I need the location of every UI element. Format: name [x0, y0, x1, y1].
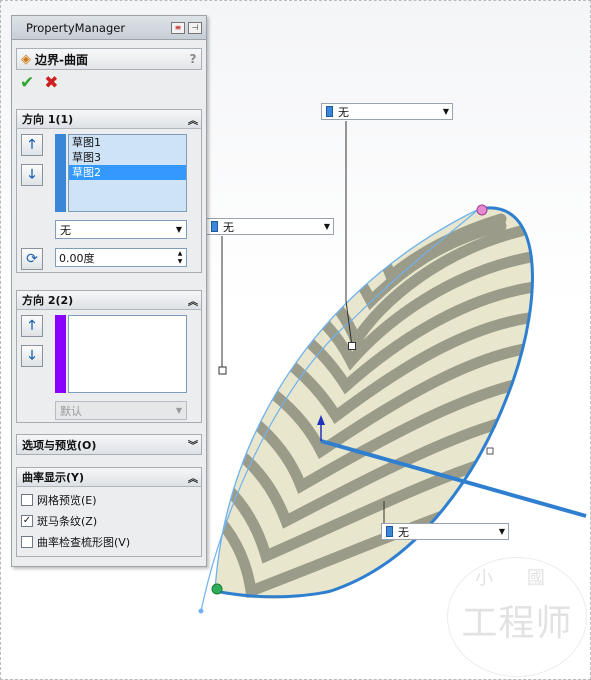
property-manager-title: PropertyManager	[26, 20, 126, 35]
guide-end-point	[198, 608, 204, 614]
move-up-button[interactable]: 🡑	[21, 315, 43, 337]
direction-2-color-strip	[55, 315, 66, 393]
move-down-button[interactable]: 🡓	[21, 345, 43, 367]
chevron-down-icon: ▼	[175, 406, 183, 415]
spin-up-icon[interactable]: ▲	[174, 250, 186, 258]
group-title: 曲率显示(Y)	[22, 471, 85, 484]
group-title: 方向 1(1)	[22, 113, 74, 126]
group-direction-1: 方向 1(1) ︽ 🡑 🡓 草图1 草图3 草图2 无 ▼ ⟳ 0.00度 ▲ …	[16, 109, 202, 273]
direction-1-color-strip	[55, 134, 66, 212]
list-item-selected[interactable]: 草图2	[69, 165, 186, 180]
watermark-logo: 小 國 工程师	[447, 557, 587, 677]
group-header-options-preview[interactable]: 选项与预览(O) ︾	[17, 435, 201, 454]
pin-icon[interactable]: ⊣	[188, 21, 202, 34]
move-up-button[interactable]: 🡑	[21, 134, 43, 156]
tangency-callout-top[interactable]: 无 ▼	[321, 103, 453, 120]
spin-down-icon[interactable]: ▼	[174, 258, 186, 266]
group-header-curvature-display[interactable]: 曲率显示(Y) ︽	[17, 468, 201, 487]
tangency-callout-left[interactable]: 无 ▼	[206, 218, 334, 235]
leader-handle-left[interactable]	[218, 366, 227, 375]
checkbox-box-checked[interactable]: ✓	[21, 514, 33, 527]
start-point-marker[interactable]	[476, 204, 488, 216]
checkbox-box[interactable]	[21, 493, 33, 506]
checkbox-label: 网格预览(E)	[37, 493, 97, 507]
angle-value: 0.00度	[59, 251, 95, 265]
move-down-button[interactable]: 🡓	[21, 164, 43, 186]
leader-handle-top[interactable]	[348, 342, 356, 350]
property-manager-panel: PropertyManager ≡ ⊣ ◈ 边界-曲面 ? ✔ ✖ 方向 1(1…	[11, 15, 207, 567]
checkbox-mesh-preview[interactable]: 网格预览(E)	[17, 489, 201, 510]
group-title: 方向 2(2)	[22, 294, 74, 307]
ok-cancel-row: ✔ ✖	[12, 70, 206, 96]
chevron-down-icon[interactable]: ▼	[496, 527, 508, 536]
cancel-x-icon[interactable]: ✖	[44, 73, 58, 93]
group-header-direction-1[interactable]: 方向 1(1) ︽	[17, 110, 201, 129]
callout-tag-icon	[386, 526, 393, 537]
direction-2-curves-list[interactable]	[68, 315, 187, 393]
property-manager-titlebar: PropertyManager ≡ ⊣	[12, 16, 206, 40]
callout-value: 无	[223, 220, 234, 234]
graphics-viewport[interactable]: 无 ▼ 无 ▼ 无 ▼ 小 國 工程师 PropertyManager ≡ ⊣ …	[0, 0, 591, 680]
callout-value: 无	[398, 525, 409, 539]
group-title: 选项与预览(O)	[22, 438, 97, 452]
angle-spinbox[interactable]: 0.00度 ▲ ▼	[55, 248, 187, 267]
group-options-preview: 选项与预览(O) ︾	[16, 434, 202, 455]
watermark-main-text: 工程师	[461, 603, 573, 644]
direction-2-tangency-select: 默认 ▼	[55, 401, 187, 420]
help-icon[interactable]: ?	[185, 52, 201, 66]
tangency-callout-bottom[interactable]: 无 ▼	[381, 523, 509, 540]
end-point-marker[interactable]	[211, 583, 223, 595]
chevron-down-icon[interactable]: ▼	[321, 222, 333, 231]
chevron-up-icon[interactable]: ︽	[185, 470, 201, 485]
panel-collapse-icon[interactable]: ≡	[171, 21, 185, 34]
select-value: 默认	[60, 404, 82, 418]
callout-value: 无	[338, 105, 349, 119]
edge-handle[interactable]	[486, 447, 494, 455]
feature-header: ◈ 边界-曲面 ?	[16, 48, 202, 70]
ok-check-icon[interactable]: ✔	[20, 73, 34, 93]
direction-1-curves-list[interactable]: 草图1 草图3 草图2	[68, 134, 187, 212]
callout-tag-icon	[211, 221, 218, 232]
checkbox-box[interactable]	[21, 535, 33, 548]
list-item[interactable]: 草图3	[69, 150, 186, 165]
group-header-direction-2[interactable]: 方向 2(2) ︽	[17, 291, 201, 310]
checkbox-curvature-comb[interactable]: 曲率检查梳形图(V)	[17, 531, 201, 552]
chevron-down-icon[interactable]: ︾	[185, 437, 201, 452]
reverse-direction-button[interactable]: ⟳	[21, 248, 43, 270]
chevron-down-icon[interactable]: ▼	[172, 225, 186, 234]
checkbox-label: 斑马条纹(Z)	[37, 514, 98, 528]
group-curvature-display: 曲率显示(Y) ︽ 网格预览(E) ✓ 斑马条纹(Z) 曲率检查梳形图(V)	[16, 467, 202, 557]
checkbox-label: 曲率检查梳形图(V)	[37, 535, 131, 549]
chevron-up-icon[interactable]: ︽	[185, 112, 201, 127]
callout-tag-icon	[326, 106, 333, 117]
chevron-down-icon[interactable]: ▼	[440, 107, 452, 116]
direction-1-tangency-select[interactable]: 无 ▼	[55, 220, 187, 239]
select-value: 无	[60, 223, 71, 237]
chevron-up-icon[interactable]: ︽	[185, 293, 201, 308]
watermark-top-text: 小 國	[475, 568, 559, 589]
group-direction-2: 方向 2(2) ︽ 🡑 🡓 默认 ▼	[16, 290, 202, 423]
feature-title: 边界-曲面	[35, 52, 88, 67]
boundary-surface-icon: ◈	[21, 51, 31, 67]
list-item[interactable]: 草图1	[69, 135, 186, 150]
checkbox-zebra-stripes[interactable]: ✓ 斑马条纹(Z)	[17, 510, 201, 531]
